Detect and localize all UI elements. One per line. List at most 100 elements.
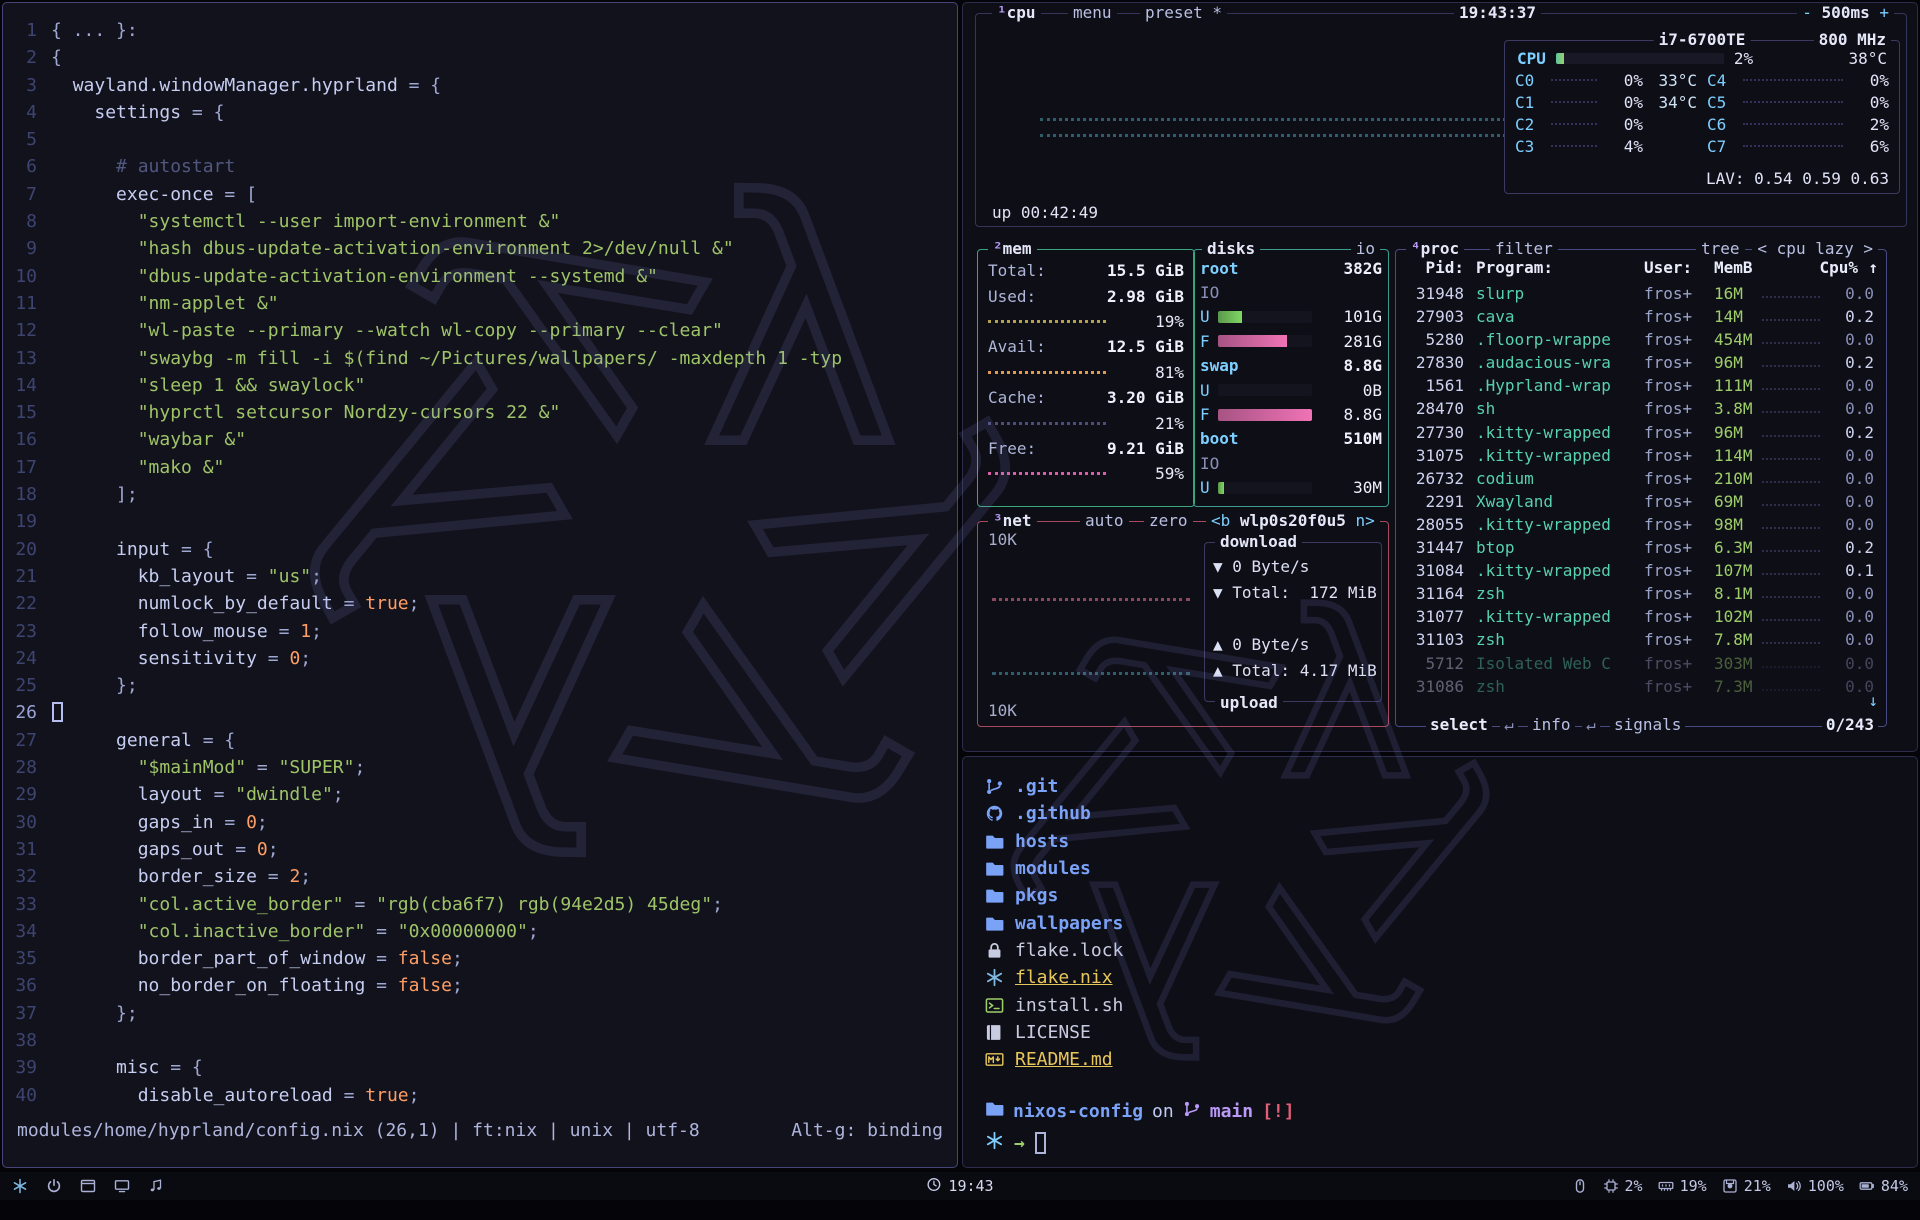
column-pid[interactable]: Pid: (1402, 258, 1464, 277)
scroll-down-icon[interactable]: ↓ (1868, 691, 1878, 710)
process-row[interactable]: 27830.audacious-wrafros+96M0.2 (1396, 353, 1886, 376)
display-icon[interactable] (114, 1178, 130, 1194)
bar-item-ram[interactable]: 19% (1658, 1177, 1707, 1195)
process-user: fros+ (1644, 469, 1692, 488)
select-hint[interactable]: select (1426, 715, 1492, 734)
process-name: .kitty-wrapped (1476, 607, 1611, 626)
process-count: 0/243 (1822, 715, 1878, 734)
net-zero-button[interactable]: zero (1144, 511, 1193, 530)
code-text: "swaybg -m fill -i $(find ~/Pictures/wal… (51, 348, 842, 369)
disk-name: boot (1200, 429, 1239, 448)
mem-meter (988, 320, 1106, 323)
signals-hint[interactable]: signals (1610, 715, 1685, 734)
process-panel-title[interactable]: ⁴proc (1406, 239, 1464, 258)
process-row[interactable]: 5712Isolated Web Cfros+303M0.0 (1396, 654, 1886, 677)
prompt-branch-icon-slot (1183, 1100, 1201, 1123)
code-token (51, 238, 138, 259)
disk-meter (1218, 409, 1312, 421)
interval-value: 500ms (1822, 3, 1870, 22)
process-mem: 96M (1714, 353, 1743, 372)
window-icon[interactable] (80, 1178, 96, 1194)
code-token (51, 921, 138, 942)
process-row[interactable]: 2291Xwaylandfros+69M0.0 (1396, 492, 1886, 515)
editor-window[interactable]: 1{ ... }:2{3 wayland.windowManager.hyprl… (2, 2, 958, 1168)
column-cpu[interactable]: Cpu% (1814, 258, 1858, 277)
update-interval-control[interactable]: - 500ms + (1797, 3, 1894, 22)
power-icon[interactable] (46, 1178, 62, 1194)
cpu-panel-title[interactable]: ¹cpu (992, 3, 1041, 22)
interval-increase[interactable]: + (1879, 3, 1889, 22)
process-row[interactable]: 31077.kitty-wrappedfros+102M0.0 (1396, 607, 1886, 630)
file-entry: pkgs (985, 882, 1123, 909)
network-panel-title[interactable]: ³net (988, 511, 1037, 530)
process-row[interactable]: 31447btopfros+6.3M0.2 (1396, 538, 1886, 561)
column-user[interactable]: User: (1644, 258, 1692, 277)
process-row[interactable]: 28470shfros+3.8M0.0 (1396, 399, 1886, 422)
code-text: }; (51, 675, 138, 696)
disk-size: 8.8G (1343, 356, 1382, 375)
memory-panel-title[interactable]: ²mem (988, 239, 1037, 258)
cpu-core-row: C20%C62% (1505, 113, 1899, 135)
code-token: = (365, 948, 398, 969)
process-cpu: 0.0 (1830, 515, 1874, 534)
tree-button[interactable]: tree (1696, 239, 1745, 258)
bar-item-mouse[interactable] (1572, 1178, 1588, 1194)
code-token (51, 894, 138, 915)
code-token (51, 402, 138, 423)
line-number: 5 (3, 126, 51, 153)
net-prev-iface[interactable]: <b (1211, 511, 1230, 530)
process-meter (1762, 573, 1820, 575)
bar-item-battery[interactable]: 84% (1859, 1177, 1908, 1195)
info-hint[interactable]: info (1528, 715, 1575, 734)
net-next-iface[interactable]: n> (1356, 511, 1375, 530)
bar-item-chip[interactable]: 2% (1603, 1177, 1643, 1195)
column-mem[interactable]: MemB (1714, 258, 1753, 277)
terminal-window[interactable]: .git.githubhostsmodulespkgswallpapersfla… (962, 756, 1918, 1168)
process-row[interactable]: 26732codiumfros+210M0.0 (1396, 469, 1886, 492)
process-row[interactable]: 31075.kitty-wrappedfros+114M0.0 (1396, 446, 1886, 469)
process-table-header[interactable]: Pid: Program: User: MemB Cpu% ↑ (1396, 258, 1886, 282)
music-icon[interactable] (148, 1178, 164, 1194)
bar-item-disk[interactable]: 21% (1722, 1177, 1771, 1195)
menu-button[interactable]: menu (1068, 3, 1117, 22)
process-row[interactable]: 28055.kitty-wrappedfros+98M0.0 (1396, 515, 1886, 538)
process-row[interactable]: 31084.kitty-wrappedfros+107M0.1 (1396, 561, 1886, 584)
line-number: 29 (3, 781, 51, 808)
code-text: "waybar &" (51, 429, 246, 450)
editor-line: 22 numlock_by_default = true; (3, 590, 957, 617)
net-auto-button[interactable]: auto (1080, 511, 1129, 530)
process-row[interactable]: 27730.kitty-wrappedfros+96M0.2 (1396, 423, 1886, 446)
process-pid: 28470 (1402, 399, 1464, 418)
process-row[interactable]: 31086zshfros+7.3M0.0 (1396, 677, 1886, 700)
prompt-nix-icon-slot (985, 1131, 1004, 1155)
process-row[interactable]: 27903cavafros+14M0.2 (1396, 307, 1886, 330)
sort-selector[interactable]: < cpu lazy > (1752, 239, 1878, 258)
preset-button[interactable]: preset * (1140, 3, 1227, 22)
status-bar: 19:43 2% 19% 21% 100% 84% (0, 1172, 1920, 1200)
bar-item-volume[interactable]: 100% (1786, 1177, 1844, 1195)
btop-window[interactable]: ¹cpu menu preset * 19:43:37 - 500ms + i7… (962, 2, 1918, 752)
process-meter (1762, 596, 1820, 598)
process-row[interactable]: 31164zshfros+8.1M0.0 (1396, 584, 1886, 607)
editor-line: 40 disable_autoreload = true; (3, 1082, 957, 1109)
column-program[interactable]: Program: (1476, 258, 1553, 277)
filter-button[interactable]: filter (1490, 239, 1558, 258)
process-row[interactable]: 5280.floorp-wrappefros+454M0.0 (1396, 330, 1886, 353)
process-row[interactable]: 31103zshfros+7.8M0.0 (1396, 630, 1886, 653)
nix-icon[interactable] (12, 1178, 28, 1194)
editor-line: 38 (3, 1027, 957, 1054)
core-meter (1551, 123, 1597, 125)
process-list[interactable]: 31948slurpfros+16M0.027903cavafros+14M0.… (1396, 284, 1886, 708)
folder-icon (985, 886, 1004, 905)
code-token: = { (398, 75, 441, 96)
code-token: ; (712, 894, 723, 915)
shell-input-line[interactable]: → (985, 1131, 1046, 1155)
process-row[interactable]: 1561.Hyprland-wrapfros+111M0.0 (1396, 376, 1886, 399)
interval-decrease[interactable]: - (1802, 3, 1812, 22)
editor-cursor (52, 702, 63, 722)
cpu-usage-meter (1556, 53, 1724, 64)
process-row[interactable]: 31948slurpfros+16M0.0 (1396, 284, 1886, 307)
code-token: ; (452, 975, 463, 996)
clock-widget[interactable]: 19:43 (926, 1177, 993, 1196)
net-interface-selector[interactable]: <b wlp0s20f0u5 n> (1206, 511, 1380, 530)
